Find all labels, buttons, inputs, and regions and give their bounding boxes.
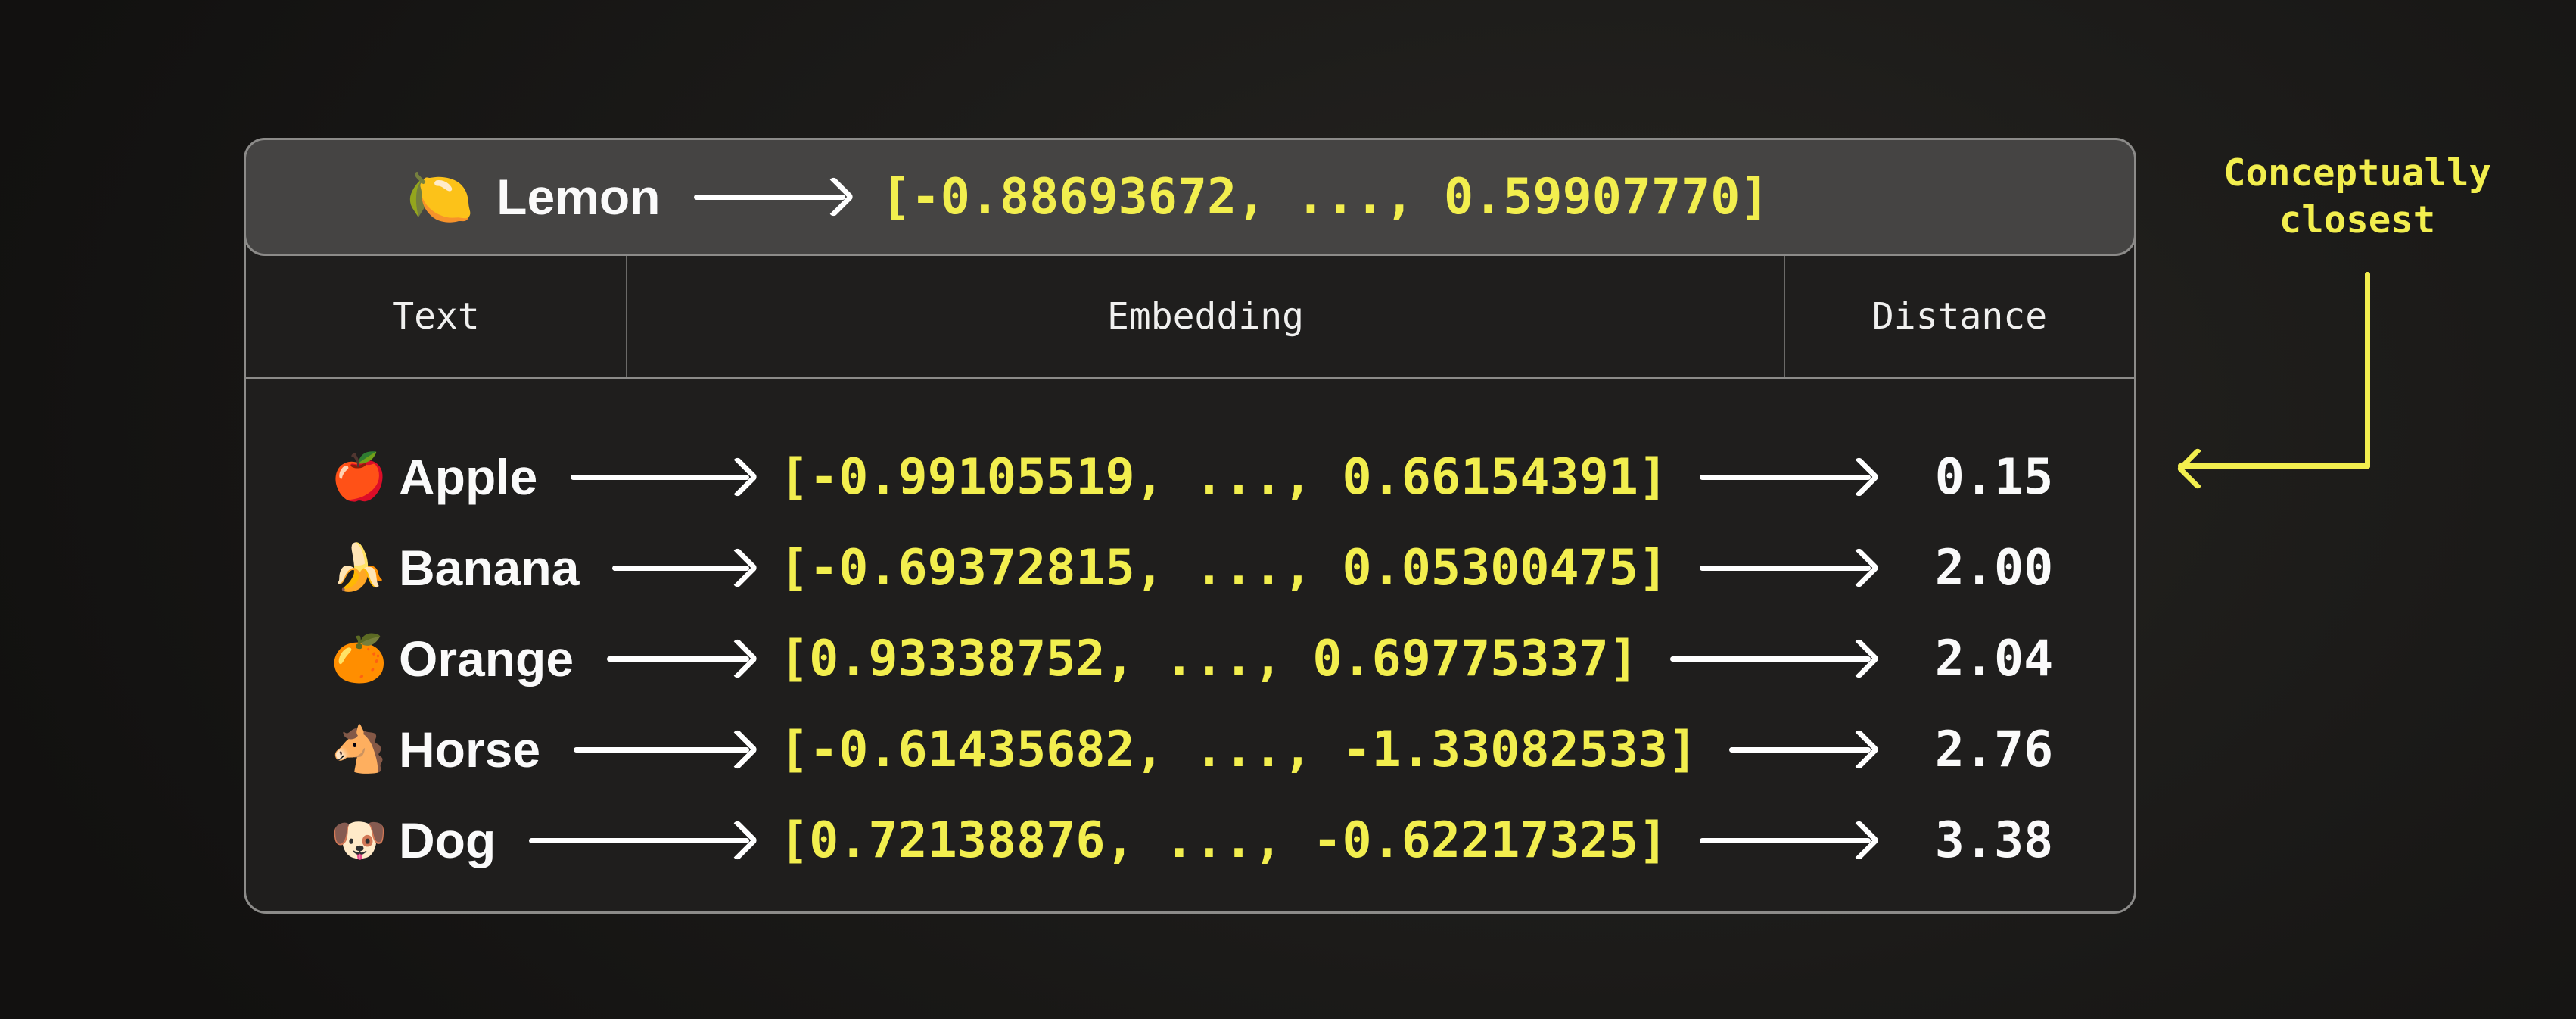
arrow-icon	[574, 747, 749, 753]
table-header-row: Text Embedding Distance	[246, 256, 2134, 379]
annotation-arrow-vertical-line	[2365, 272, 2370, 469]
dog-emoji-icon: 🐶	[331, 818, 399, 863]
row-label: Orange	[399, 630, 574, 687]
embedding-table-card: 🍋 Lemon [-0.88693672, ..., 0.59907770] T…	[244, 138, 2136, 914]
table-row-dog: 🐶 Dog [0.72138876, ..., -0.62217325] 3.3…	[246, 815, 2134, 865]
annotation-arrowhead-left-icon	[2176, 447, 2220, 491]
embedding-to-distance	[1668, 475, 1899, 480]
query-arrow-icon	[694, 195, 845, 200]
text-cell: 🐶 Dog	[331, 812, 779, 869]
row-label: Horse	[399, 721, 540, 778]
arrow-icon	[612, 566, 749, 571]
arrow-icon	[1700, 566, 1871, 571]
column-header-embedding: Embedding	[627, 256, 1785, 377]
text-cell: 🍎 Apple	[331, 448, 779, 506]
text-cell: 🍊 Orange	[331, 630, 779, 687]
horse-emoji-icon: 🐴	[331, 727, 399, 772]
table-row-horse: 🐴 Horse [-0.61435682, ..., -1.33082533] …	[246, 725, 2134, 774]
table-body: 🍎 Apple [-0.99105519, ..., 0.66154391] 0…	[246, 379, 2134, 911]
embedding-to-distance	[1668, 566, 1899, 571]
lemon-emoji-icon: 🍋	[406, 170, 474, 224]
embedding-value: [0.72138876, ..., -0.62217325]	[779, 812, 1668, 869]
row-label: Banana	[399, 539, 579, 597]
arrow-icon	[529, 838, 749, 843]
embedding-value: [0.93338752, ..., 0.69775337]	[779, 631, 1638, 687]
embedding-value: [-0.69372815, ..., 0.05300475]	[779, 540, 1668, 597]
orange-emoji-icon: 🍊	[331, 636, 399, 681]
query-label: Lemon	[496, 168, 660, 226]
distance-value: 2.00	[1899, 540, 2089, 597]
table-row-apple: 🍎 Apple [-0.99105519, ..., 0.66154391] 0…	[246, 452, 2134, 502]
annotation-line2: closest	[2179, 197, 2535, 244]
annotation-label: Conceptually closest	[2179, 150, 2535, 244]
column-header-text: Text	[246, 256, 627, 377]
arrow-icon	[607, 656, 749, 662]
arrow-icon	[1700, 475, 1871, 480]
distance-value: 3.38	[1899, 812, 2089, 869]
embedding-to-distance	[1697, 747, 1899, 753]
annotation-line1: Conceptually	[2179, 150, 2535, 197]
apple-emoji-icon: 🍎	[331, 454, 399, 500]
arrow-icon	[1670, 656, 1871, 662]
arrow-icon	[1729, 747, 1871, 753]
embedding-to-distance	[1668, 838, 1899, 843]
text-cell: 🍌 Banana	[331, 539, 779, 597]
query-row: 🍋 Lemon [-0.88693672, ..., 0.59907770]	[244, 138, 2136, 256]
distance-value: 2.76	[1899, 721, 2089, 778]
arrow-icon	[1700, 838, 1871, 843]
canvas: 🍋 Lemon [-0.88693672, ..., 0.59907770] T…	[0, 0, 2576, 1019]
embedding-value: [-0.61435682, ..., -1.33082533]	[779, 721, 1697, 778]
arrow-icon	[571, 475, 749, 480]
text-cell: 🐴 Horse	[331, 721, 779, 778]
distance-value: 0.15	[1899, 449, 2089, 506]
column-header-distance: Distance	[1785, 256, 2134, 377]
banana-emoji-icon: 🍌	[331, 545, 399, 591]
query-embedding-value: [-0.88693672, ..., 0.59907770]	[882, 169, 1770, 226]
row-label: Dog	[399, 812, 496, 869]
table-row-orange: 🍊 Orange [0.93338752, ..., 0.69775337] 2…	[246, 634, 2134, 684]
embedding-to-distance	[1638, 656, 1899, 662]
distance-value: 2.04	[1899, 631, 2089, 687]
row-label: Apple	[399, 448, 537, 506]
table-row-banana: 🍌 Banana [-0.69372815, ..., 0.05300475] …	[246, 543, 2134, 593]
embedding-value: [-0.99105519, ..., 0.66154391]	[779, 449, 1668, 506]
